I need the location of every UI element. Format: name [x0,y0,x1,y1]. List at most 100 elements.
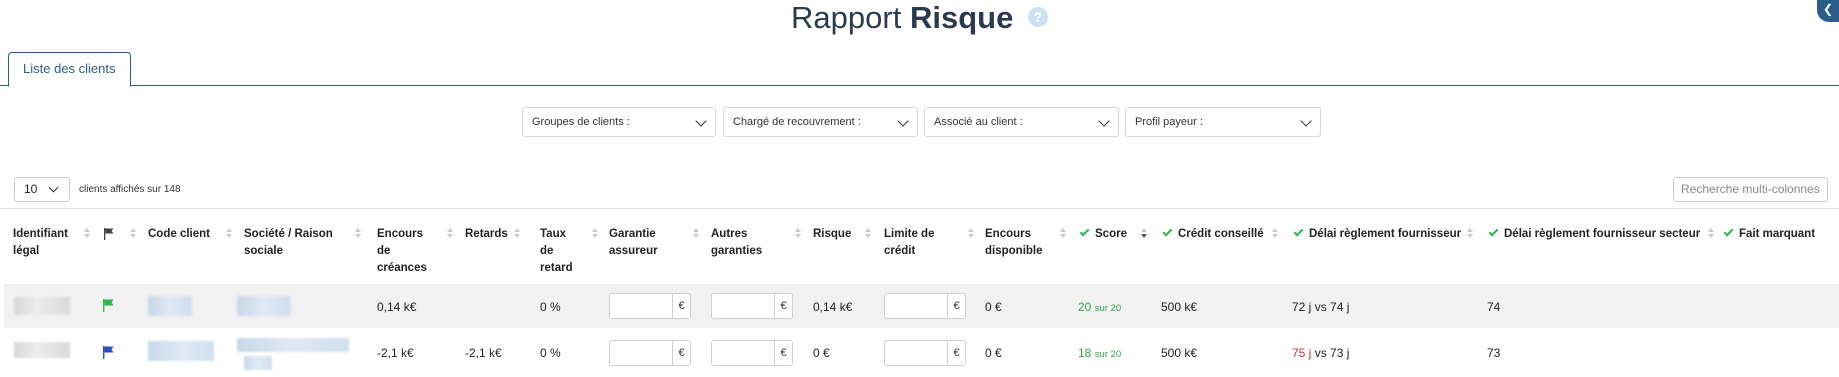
header-line: Crédit conseillé [1178,228,1264,240]
rows-count: clients affichés sur 148 [79,184,181,195]
client-code-redacted[interactable] [148,341,214,361]
header-line: légal [13,245,40,257]
header-line: crédit [884,245,916,257]
sort-icon[interactable] [355,228,361,239]
column-header-insurer-guarantee[interactable]: Garantie assureur [609,226,658,260]
flag-icon[interactable] [102,299,114,312]
sort-icon[interactable] [226,228,232,239]
supplier-payment-delay-value: 72 j vs 74 j [1292,300,1349,314]
filter-collection-officer[interactable]: Chargé de recouvrement : [723,107,918,137]
insurer-guarantee-input[interactable]: € [609,293,691,319]
sort-icon[interactable] [1141,228,1147,239]
check-icon [1723,226,1734,237]
chevron-down-icon [48,182,59,193]
sort-icon[interactable] [130,228,136,239]
page-size-select[interactable]: 10 [14,177,70,202]
header-line: assureur [609,245,658,257]
chevron-down-icon [897,115,909,127]
client-code-redacted[interactable] [148,296,192,316]
column-header-outstanding[interactable]: Encours de créances [377,226,427,277]
sort-icon[interactable] [968,228,974,239]
header-line: Retards [465,228,508,240]
score-value: 18 sur 20 [1078,346,1121,360]
column-header-supplier-payment-delay[interactable]: Délai règlement fournisseur [1293,226,1462,243]
sector-delay-compare: vs 74 j [1311,300,1350,314]
other-guarantees-input[interactable]: € [711,340,793,366]
column-header-client-code[interactable]: Code client [148,226,210,243]
header-line: de [377,245,391,257]
filter-associate[interactable]: Associé au client : [924,107,1119,137]
collapse-panel-button[interactable]: ❮ [1817,0,1839,22]
search-input[interactable]: Recherche multi-colonnes [1673,177,1828,202]
column-header-highlight[interactable]: Fait marquant [1723,226,1815,243]
company-name-redacted[interactable] [237,296,291,316]
filter-label: Associé au client : [934,116,1023,128]
column-header-available-outstanding[interactable]: Encours disponible [985,226,1043,260]
check-icon [1079,226,1090,237]
outstanding-value: 0,14 k€ [377,300,417,314]
tab-bar: Liste des clients [0,50,1839,87]
sort-icon[interactable] [514,228,520,239]
risk-value: 0,14 k€ [813,300,853,314]
filter-payer-profile[interactable]: Profil payeur : [1125,107,1321,137]
other-guarantees-input[interactable]: € [711,293,793,319]
insurer-guarantee-input[interactable]: € [609,340,691,366]
delay-rate-value: 0 % [540,300,561,314]
sort-icon[interactable] [1708,228,1714,239]
column-header-delays[interactable]: Retards [465,226,508,243]
chevron-down-icon [1098,115,1110,127]
sort-icon[interactable] [693,228,699,239]
page-title: Rapport Risque ? [0,0,1839,40]
legal-id-redacted [14,297,70,315]
currency-addon: € [672,341,690,365]
header-line: Délai règlement fournisseur [1309,228,1462,240]
flag-shape [104,346,114,353]
header-line: Encours [985,228,1032,240]
company-name-redacted[interactable] [237,338,349,352]
sort-icon[interactable] [865,228,871,239]
column-header-score[interactable]: Score [1079,226,1127,243]
company-name-redacted[interactable] [244,356,272,370]
header-line: Taux [540,228,566,240]
filter-label: Chargé de recouvrement : [733,116,861,128]
sort-icon[interactable] [84,228,90,239]
available-outstanding-value: 0 € [985,300,1002,314]
flag-shape [104,299,114,306]
sort-icon[interactable] [447,228,453,239]
header-line: Score [1095,228,1127,240]
column-header-advised-credit[interactable]: Crédit conseillé [1162,226,1264,243]
header-line: Garantie [609,228,656,240]
help-icon[interactable]: ? [1027,6,1048,27]
column-header-legal-id[interactable]: Identifiant légal [13,226,75,260]
header-line: retard [540,262,573,274]
column-header-delay-rate[interactable]: Taux de retard [540,226,573,277]
tab-client-list[interactable]: Liste des clients [8,52,131,87]
sort-icon[interactable] [592,228,598,239]
column-header-other-guarantees[interactable]: Autres garanties [711,226,762,260]
column-header-company-name[interactable]: Société / Raison sociale [244,226,344,260]
header-line: Autres [711,228,748,240]
supplier-payment-delay-value: 75 j vs 73 j [1292,346,1349,360]
score-number: 20 [1078,300,1092,314]
header-line: Société / Raison [244,228,333,240]
sort-icon[interactable] [795,228,801,239]
header-line: Délai règlement fournisseur secteur [1504,228,1701,240]
flag-header-icon[interactable] [103,228,114,240]
check-icon [1293,226,1304,237]
credit-limit-input[interactable]: € [884,293,966,319]
column-header-risk[interactable]: Risque [813,226,851,243]
sort-icon[interactable] [1272,228,1278,239]
table-header-divider [0,208,1839,209]
client-delay: 75 j [1292,346,1312,360]
sort-icon[interactable] [1060,228,1066,239]
column-header-credit-limit[interactable]: Limite de crédit [884,226,934,260]
sort-icon[interactable] [1467,228,1473,239]
legal-id-redacted [14,342,70,358]
column-header-sector-payment-delay[interactable]: Délai règlement fournisseur secteur [1488,226,1701,243]
credit-limit-input[interactable]: € [884,340,966,366]
score-max: sur 20 [1094,349,1122,360]
currency-addon: € [774,341,792,365]
header-line: Encours [377,228,424,240]
filter-client-groups[interactable]: Groupes de clients : [522,107,716,137]
flag-icon[interactable] [102,346,114,359]
